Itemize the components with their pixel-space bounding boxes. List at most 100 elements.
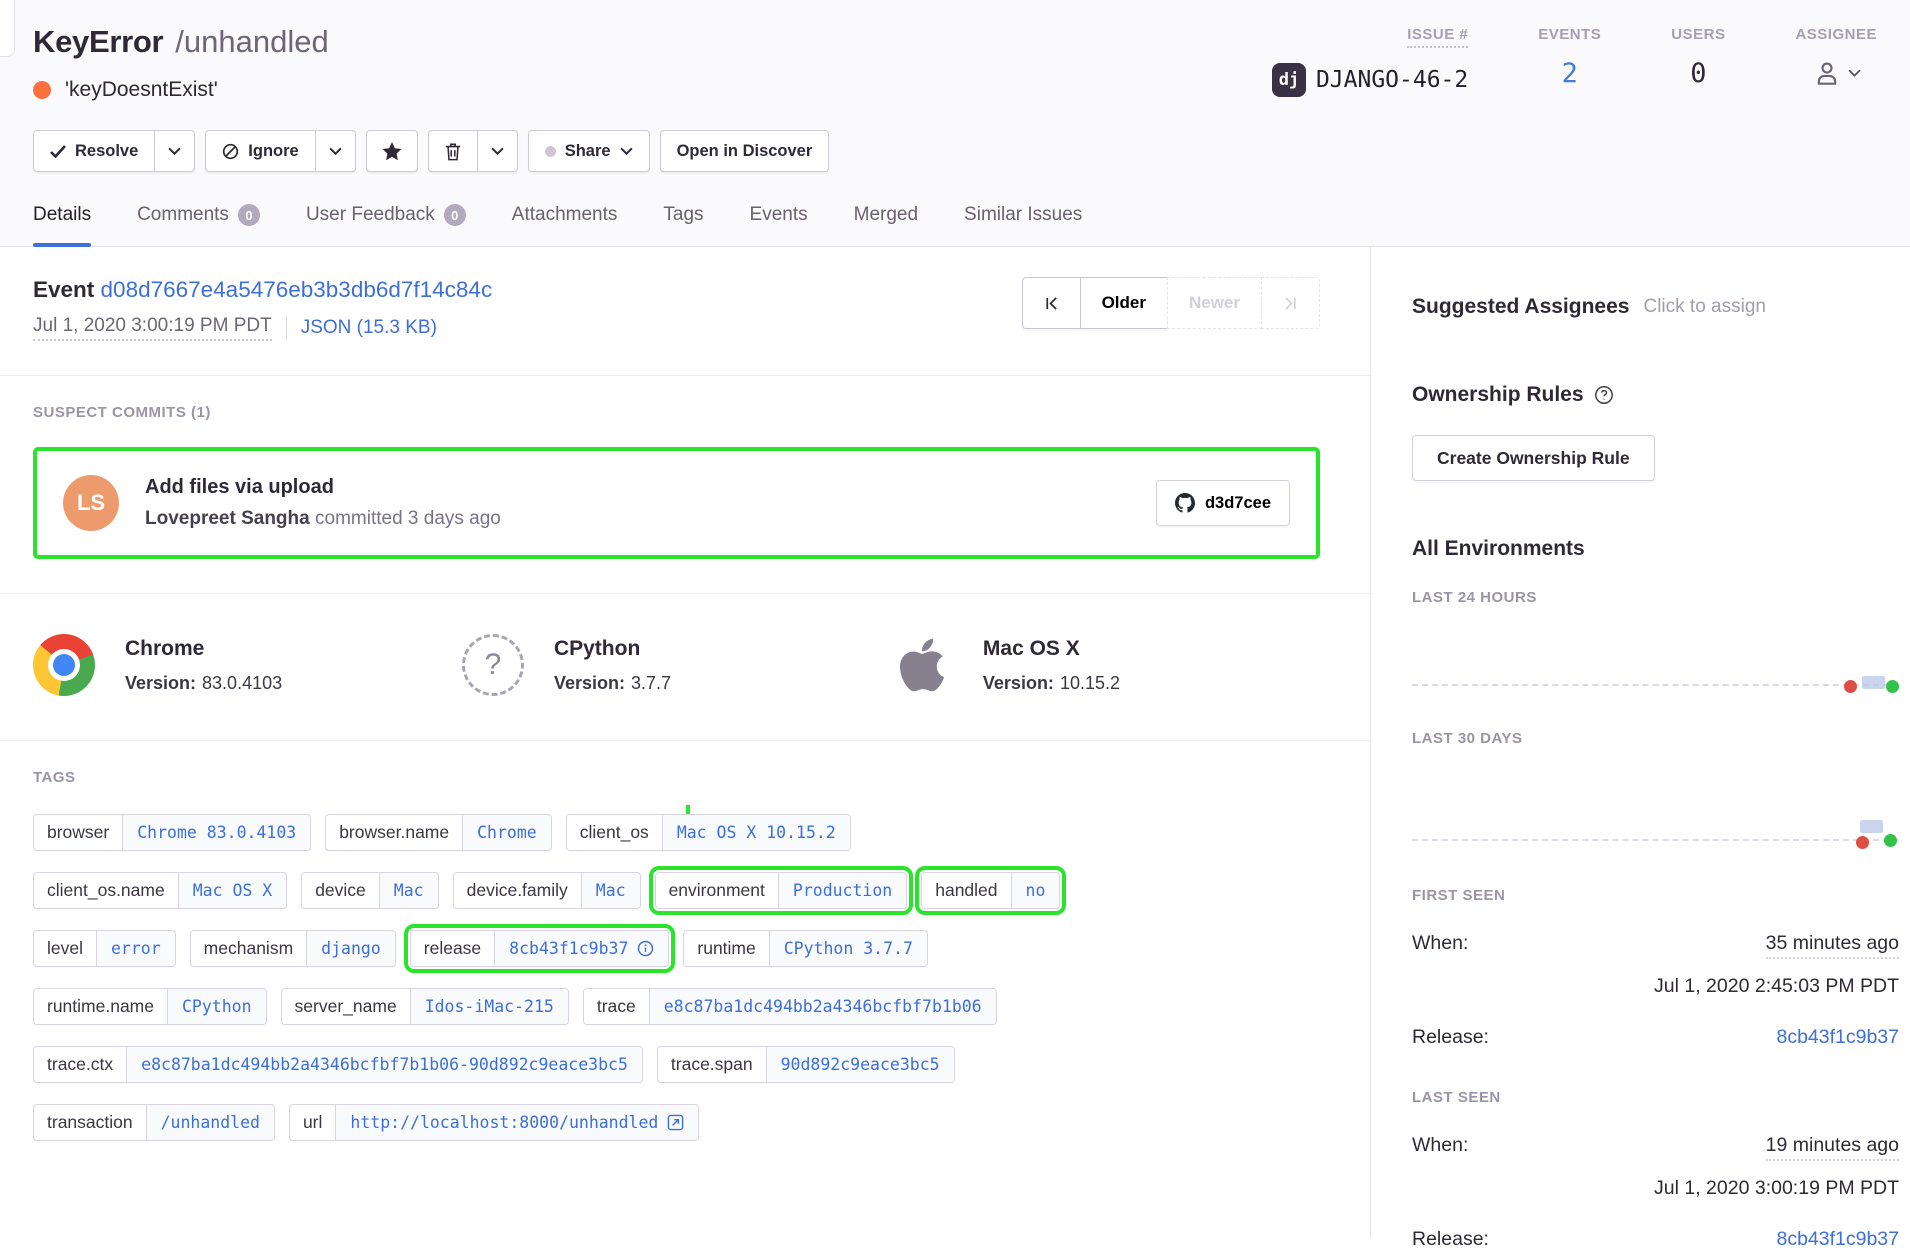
tag-row: trace.ctxe8c87ba1dc494bb2a4346bcfbf7b1b0…: [33, 1046, 1320, 1083]
skip-to-newest-button[interactable]: [1261, 277, 1320, 329]
tags-heading: TAGS: [33, 769, 1320, 786]
tag-value-link[interactable]: e8c87ba1dc494bb2a4346bcfbf7b1b06: [649, 989, 996, 1024]
help-circle-icon[interactable]: [1594, 385, 1614, 405]
chevron-down-icon: [491, 147, 504, 155]
error-level-dot: [33, 81, 51, 99]
tag-value-link[interactable]: Mac: [379, 873, 438, 908]
users-count[interactable]: 0: [1690, 58, 1706, 89]
tag-key: runtime: [684, 931, 768, 966]
tag-value-link[interactable]: Mac OS X: [178, 873, 286, 908]
tag-value-link[interactable]: 8cb43f1c9b37: [494, 931, 668, 966]
tag-value-link[interactable]: http://localhost:8000/unhandled: [335, 1105, 698, 1140]
tag-row: browserChrome 83.0.4103browser.nameChrom…: [33, 814, 1320, 851]
tab-merged[interactable]: Merged: [854, 204, 918, 246]
delete-button[interactable]: [428, 130, 478, 172]
divider: [0, 593, 1370, 594]
tag-value-link[interactable]: no: [1011, 873, 1060, 908]
divider: [0, 375, 1370, 376]
issue-stats: ISSUE # dj DJANGO-46-2 EVENTS 2 USERS 0 …: [1272, 26, 1877, 97]
tag-value-link[interactable]: CPython 3.7.7: [769, 931, 927, 966]
newer-event-button[interactable]: Newer: [1167, 277, 1262, 329]
context-name: Mac OS X: [983, 637, 1120, 661]
info-icon[interactable]: [637, 940, 654, 957]
commit-sha-button[interactable]: d3d7cee: [1156, 480, 1290, 526]
ignore-button[interactable]: Ignore: [205, 130, 315, 172]
tag-value-link[interactable]: Chrome 83.0.4103: [122, 815, 310, 850]
tag-value-link[interactable]: Production: [778, 873, 906, 908]
tag-pill: handledno: [921, 872, 1060, 909]
tab-events[interactable]: Events: [750, 204, 808, 246]
tag-pill: deviceMac: [301, 872, 438, 909]
last-seen-release-link[interactable]: 8cb43f1c9b37: [1776, 1228, 1899, 1251]
tag-pill: client_osMac OS X 10.15.2: [566, 814, 851, 851]
tag-pill: urlhttp://localhost:8000/unhandled: [289, 1104, 699, 1141]
tag-key: device.family: [454, 873, 581, 908]
tab-comments[interactable]: Comments0: [137, 204, 260, 246]
divider: [286, 317, 287, 339]
tag-key: runtime.name: [34, 989, 167, 1024]
context-os: Mac OS X Version:10.15.2: [891, 634, 1320, 696]
tag-key: trace: [584, 989, 649, 1024]
tag-pill: device.familyMac: [453, 872, 641, 909]
tag-key: device: [302, 873, 379, 908]
tag-value-link[interactable]: e8c87ba1dc494bb2a4346bcfbf7b1b06-90d892c…: [126, 1047, 642, 1082]
assignee-dropdown[interactable]: [1812, 58, 1861, 88]
tag-row: levelerrormechanismdjangorelease8cb43f1c…: [33, 930, 1320, 967]
github-icon: [1175, 493, 1195, 513]
tag-value-link[interactable]: /unhandled: [146, 1105, 274, 1140]
first-seen-release-link[interactable]: 8cb43f1c9b37: [1776, 1026, 1899, 1049]
older-event-button[interactable]: Older: [1080, 277, 1168, 329]
tab-user-feedback[interactable]: User Feedback0: [306, 204, 466, 246]
create-ownership-rule-button[interactable]: Create Ownership Rule: [1412, 435, 1655, 481]
issue-number-label: ISSUE #: [1407, 26, 1468, 48]
share-button[interactable]: Share: [528, 130, 650, 172]
event-id-link[interactable]: d08d7667e4a5476eb3b3db6d7f14c84c: [101, 277, 493, 302]
star-icon: [382, 142, 402, 161]
tag-value-link[interactable]: Chrome: [462, 815, 551, 850]
tag-value-link[interactable]: django: [306, 931, 395, 966]
tag-value-link[interactable]: error: [96, 931, 175, 966]
skip-to-newest-icon: [1283, 296, 1298, 311]
tab-attachments[interactable]: Attachments: [512, 204, 618, 246]
commit-author: Lovepreet Sangha: [145, 508, 310, 529]
issue-type: KeyError: [33, 24, 163, 59]
first-seen-marker: [1844, 680, 1857, 693]
event-timestamp: Jul 1, 2020 3:00:19 PM PDT: [33, 315, 272, 341]
ignore-dropdown-button[interactable]: [315, 130, 356, 172]
feedback-count-badge: 0: [444, 204, 466, 226]
tag-value-link[interactable]: CPython: [167, 989, 266, 1024]
unknown-runtime-icon: ?: [462, 634, 524, 696]
chevron-down-icon: [168, 147, 181, 155]
chevron-down-icon: [620, 147, 633, 155]
bookmark-star-button[interactable]: [366, 130, 418, 172]
suggested-assignees-heading: Suggested Assignees Click to assign: [1412, 295, 1899, 319]
tag-value-link[interactable]: Idos-iMac-215: [410, 989, 568, 1024]
tag-key: handled: [922, 873, 1010, 908]
first-seen-relative: 35 minutes ago: [1766, 932, 1899, 959]
resolve-button[interactable]: Resolve: [33, 130, 155, 172]
resolve-dropdown-button[interactable]: [154, 130, 195, 172]
avatar: LS: [63, 475, 119, 531]
tag-value-link[interactable]: 90d892c9eace3bc5: [766, 1047, 954, 1082]
tag-value-link[interactable]: Mac: [581, 873, 640, 908]
tag-pill: runtimeCPython 3.7.7: [683, 930, 928, 967]
event-json-link[interactable]: JSON (15.3 KB): [301, 317, 437, 339]
event-pagination: Older Newer: [1022, 277, 1320, 329]
tag-pill: environmentProduction: [655, 872, 908, 909]
oldest-event-button[interactable]: [1022, 277, 1081, 329]
open-in-discover-button[interactable]: Open in Discover: [660, 130, 830, 172]
tag-key: mechanism: [191, 931, 306, 966]
events-count[interactable]: 2: [1562, 58, 1578, 89]
tag-value-link[interactable]: Mac OS X 10.15.2: [662, 815, 850, 850]
first-seen-marker: [1856, 836, 1869, 849]
last-seen-date: Jul 1, 2020 3:00:19 PM PDT: [1412, 1177, 1899, 1200]
tab-tags[interactable]: Tags: [663, 204, 703, 246]
assignee-label: ASSIGNEE: [1795, 26, 1877, 43]
tab-details[interactable]: Details: [33, 204, 91, 246]
tag-key: environment: [656, 873, 778, 908]
external-link-icon[interactable]: [667, 1114, 684, 1131]
when-label: When:: [1412, 1134, 1468, 1157]
delete-dropdown-button[interactable]: [477, 130, 518, 172]
tab-similar-issues[interactable]: Similar Issues: [964, 204, 1082, 246]
skip-to-oldest-icon: [1044, 296, 1059, 311]
